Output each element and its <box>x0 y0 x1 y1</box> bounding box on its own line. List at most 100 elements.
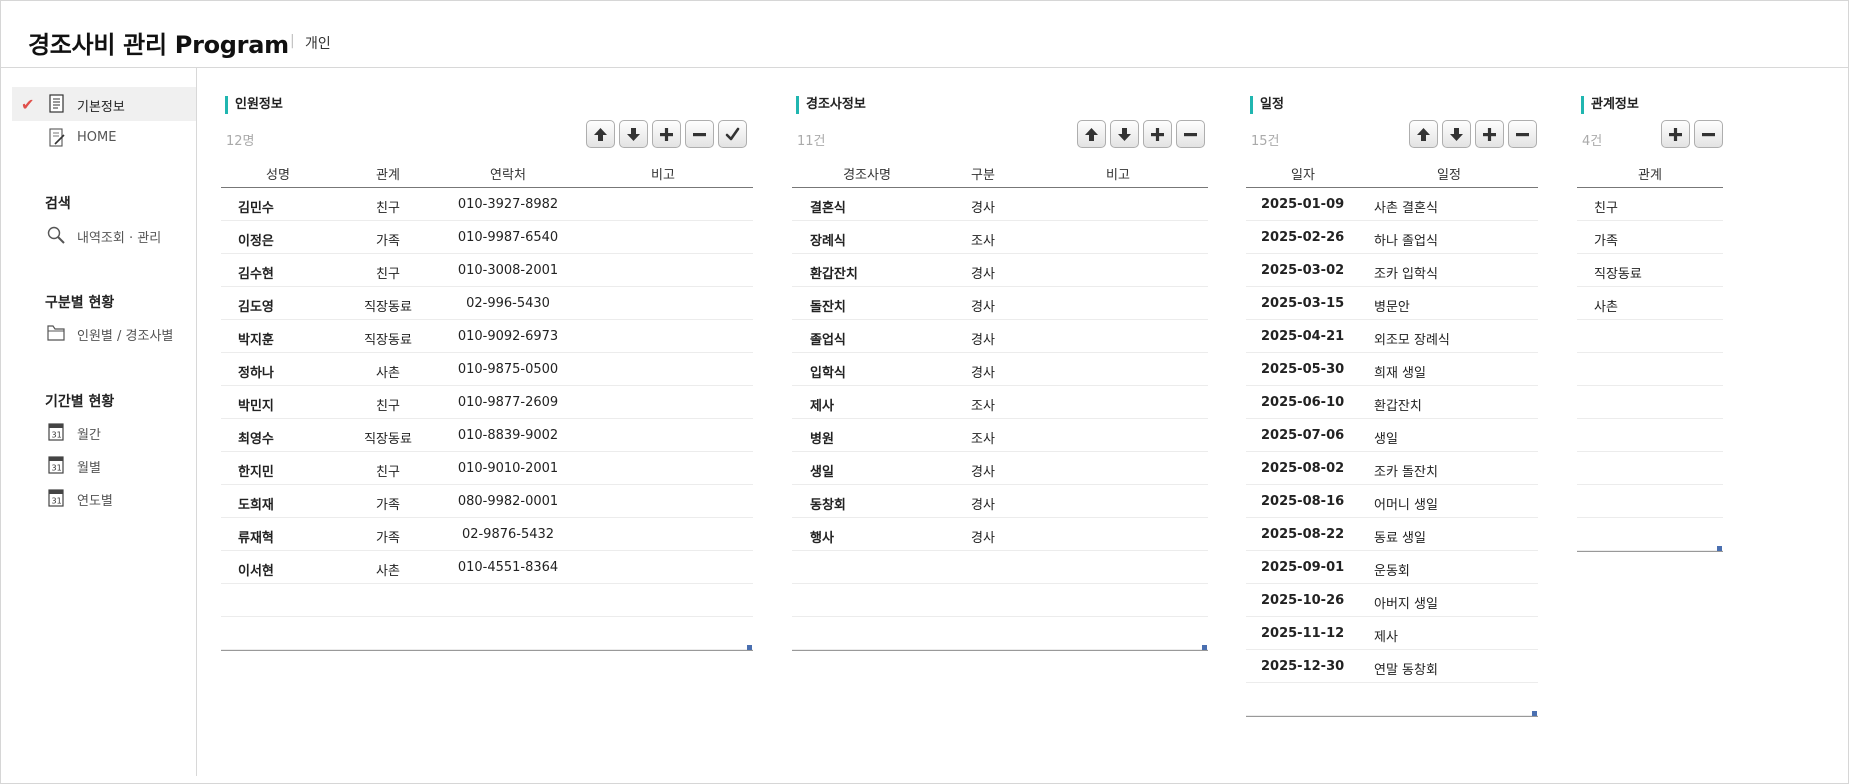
table-row[interactable]: 김수현 친구 010-3008-2001 <box>221 254 753 287</box>
table-row[interactable]: 2025-02-26 하나 졸업식 <box>1246 221 1538 254</box>
table-row[interactable]: 류재혁 가족 02-9876-5432 <box>221 518 753 551</box>
table-row[interactable] <box>221 584 753 617</box>
resize-grip-icon[interactable] <box>1717 546 1722 551</box>
column-header[interactable]: 관계 <box>376 164 400 183</box>
table-row[interactable] <box>1246 683 1538 716</box>
table-row[interactable]: 최영수 직장동료 010-8839-9002 <box>221 419 753 452</box>
table-row[interactable]: 2025-10-26 아버지 생일 <box>1246 584 1538 617</box>
remove-button[interactable] <box>1694 120 1723 148</box>
column-header[interactable]: 비고 <box>1106 164 1130 183</box>
table-row[interactable]: 결혼식 경사 <box>792 188 1208 221</box>
up-button[interactable] <box>1409 120 1438 148</box>
table-row[interactable]: 김민수 친구 010-3927-8982 <box>221 188 753 221</box>
table-row[interactable]: 환갑잔치 경사 <box>792 254 1208 287</box>
sidebar-item-monthly[interactable]: 31 월간 <box>12 415 196 449</box>
table-row[interactable] <box>1577 518 1723 551</box>
up-button[interactable] <box>586 120 615 148</box>
table-cell: 경사 <box>971 267 995 282</box>
table-row[interactable]: 2025-04-21 외조모 장례식 <box>1246 320 1538 353</box>
table-cell: 사촌 결혼식 <box>1374 201 1438 216</box>
down-button[interactable] <box>1442 120 1471 148</box>
table-row[interactable] <box>792 584 1208 617</box>
resize-grip-icon[interactable] <box>1202 645 1207 650</box>
column-header[interactable]: 경조사명 <box>843 164 891 183</box>
table-row[interactable]: 제사 조사 <box>792 386 1208 419</box>
table-row[interactable]: 돌잔치 경사 <box>792 287 1208 320</box>
down-button[interactable] <box>1110 120 1139 148</box>
table-row[interactable]: 2025-03-15 병문안 <box>1246 287 1538 320</box>
column-header[interactable]: 구분 <box>971 164 995 183</box>
table-row[interactable]: 도희재 가족 080-9982-0001 <box>221 485 753 518</box>
table-row[interactable]: 2025-08-16 어머니 생일 <box>1246 485 1538 518</box>
table-row[interactable]: 2025-08-02 조카 돌잔치 <box>1246 452 1538 485</box>
table-row[interactable]: 사촌 <box>1577 287 1723 320</box>
table-row[interactable]: 이정은 가족 010-9987-6540 <box>221 221 753 254</box>
table-row[interactable]: 입학식 경사 <box>792 353 1208 386</box>
column-header[interactable]: 일자 <box>1291 164 1315 183</box>
table-row[interactable]: 이서현 사촌 010-4551-8364 <box>221 551 753 584</box>
add-button[interactable] <box>1475 120 1504 148</box>
table-row[interactable]: 박민지 친구 010-9877-2609 <box>221 386 753 419</box>
table-row[interactable] <box>1577 419 1723 452</box>
relations-grid: 관계친구 가족 직장동료 사촌 <box>1577 156 1723 552</box>
table-row[interactable] <box>1577 386 1723 419</box>
table-row[interactable]: 2025-01-09 사촌 결혼식 <box>1246 188 1538 221</box>
sidebar-item-home[interactable]: HOME <box>12 121 196 155</box>
sidebar-item-by-month[interactable]: 31 월별 <box>12 448 196 482</box>
table-row[interactable]: 2025-09-01 운동회 <box>1246 551 1538 584</box>
table-row[interactable]: 병원 조사 <box>792 419 1208 452</box>
table-row[interactable] <box>221 617 753 650</box>
column-header[interactable]: 비고 <box>651 164 675 183</box>
schedule-grid: 일자 일정 2025-01-09 사촌 결혼식 2025-02-26 하나 졸업식 2025… <box>1246 156 1538 717</box>
table-row[interactable]: 2025-06-10 환갑잔치 <box>1246 386 1538 419</box>
table-row[interactable]: 친구 <box>1577 188 1723 221</box>
edit-document-icon <box>49 128 65 147</box>
remove-button[interactable] <box>685 120 714 148</box>
table-row[interactable]: 2025-03-02 조카 입학식 <box>1246 254 1538 287</box>
table-row[interactable] <box>792 551 1208 584</box>
sidebar-item-by-year[interactable]: 31 연도별 <box>12 481 196 515</box>
resize-grip-icon[interactable] <box>1532 711 1537 716</box>
sidebar-item-basic-info[interactable]: ✔ 기본정보 <box>12 87 196 121</box>
table-row[interactable]: 가족 <box>1577 221 1723 254</box>
table-row[interactable]: 박지훈 직장동료 010-9092-6973 <box>221 320 753 353</box>
add-button[interactable] <box>652 120 681 148</box>
table-row[interactable]: 2025-12-30 연말 동창회 <box>1246 650 1538 683</box>
column-header[interactable]: 관계 <box>1638 164 1662 183</box>
remove-button[interactable] <box>1176 120 1205 148</box>
table-row[interactable]: 행사 경사 <box>792 518 1208 551</box>
confirm-button[interactable] <box>718 120 747 148</box>
table-cell: 병원 <box>810 432 834 447</box>
down-button[interactable] <box>619 120 648 148</box>
up-button[interactable] <box>1077 120 1106 148</box>
table-row[interactable]: 직장동료 <box>1577 254 1723 287</box>
resize-grip-icon[interactable] <box>747 645 752 650</box>
table-cell: 080-9982-0001 <box>457 494 559 509</box>
remove-button[interactable] <box>1508 120 1537 148</box>
table-cell: 하나 졸업식 <box>1374 234 1438 249</box>
table-row[interactable]: 장례식 조사 <box>792 221 1208 254</box>
table-row[interactable] <box>1577 485 1723 518</box>
sidebar-item-history[interactable]: 내역조회 · 관리 <box>12 218 196 252</box>
table-row[interactable] <box>1577 452 1723 485</box>
table-row[interactable] <box>1577 320 1723 353</box>
sidebar-item-by-person-event[interactable]: 인원별 / 경조사별 <box>12 316 196 350</box>
column-header[interactable]: 연락처 <box>490 164 526 183</box>
table-row[interactable]: 2025-11-12 제사 <box>1246 617 1538 650</box>
table-row[interactable]: 2025-07-06 생일 <box>1246 419 1538 452</box>
add-button[interactable] <box>1661 120 1690 148</box>
table-row[interactable]: 졸업식 경사 <box>792 320 1208 353</box>
table-row[interactable] <box>792 617 1208 650</box>
column-header[interactable]: 성명 <box>266 164 290 183</box>
table-row[interactable] <box>1577 353 1723 386</box>
minus-icon <box>1702 132 1715 136</box>
table-row[interactable]: 2025-08-22 동료 생일 <box>1246 518 1538 551</box>
table-row[interactable]: 김도영 직장동료 02-996-5430 <box>221 287 753 320</box>
table-row[interactable]: 한지민 친구 010-9010-2001 <box>221 452 753 485</box>
table-row[interactable]: 2025-05-30 희재 생일 <box>1246 353 1538 386</box>
column-header[interactable]: 일정 <box>1437 164 1461 183</box>
table-row[interactable]: 생일 경사 <box>792 452 1208 485</box>
table-row[interactable]: 동창회 경사 <box>792 485 1208 518</box>
table-row[interactable]: 정하나 사촌 010-9875-0500 <box>221 353 753 386</box>
add-button[interactable] <box>1143 120 1172 148</box>
